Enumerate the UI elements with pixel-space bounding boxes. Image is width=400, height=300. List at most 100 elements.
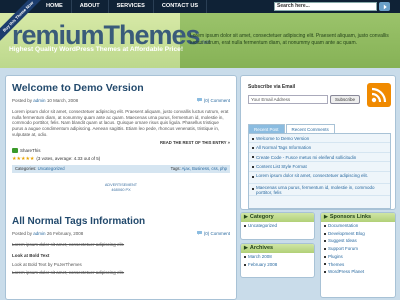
bullet-icon — [252, 176, 254, 179]
list-item-label: Themes — [328, 261, 345, 267]
list-item[interactable]: Plugins — [321, 253, 395, 261]
list-item[interactable]: Development Blog — [321, 230, 395, 238]
post-tags-info: Posted by admin 26 February, 2008 (0) Co… — [6, 230, 236, 275]
widget-title: ▶ Category — [241, 213, 314, 222]
bullet-icon — [324, 271, 326, 274]
category-widget: ▶ Category Uncategorized — [240, 212, 315, 240]
nav-home[interactable]: HOME — [38, 0, 72, 13]
bullet-icon — [324, 232, 326, 235]
comment-icon — [197, 230, 203, 235]
arrow-right-icon — [383, 4, 387, 9]
rating-stars-icon[interactable]: ★★★★★ — [12, 156, 34, 162]
list-item-label: March 2008 — [248, 254, 272, 259]
list-item[interactable]: Suggest Ideas — [321, 237, 395, 245]
widget-title-label: Archives — [249, 245, 274, 251]
share-icon — [12, 147, 18, 153]
bullet-icon — [252, 156, 254, 159]
arrow-right-icon: ▶ — [244, 214, 248, 220]
comment-icon — [197, 98, 203, 102]
post-author[interactable]: admin — [33, 98, 45, 103]
post-date: 10 March, 2008 — [46, 98, 79, 103]
post-author[interactable]: admin — [33, 231, 45, 236]
list-item[interactable]: Support Forum — [321, 245, 395, 253]
email-field[interactable]: Your Email Address — [248, 95, 328, 104]
list-item-label: Support Forum — [328, 246, 359, 252]
comments-link[interactable]: (0) Comment — [197, 98, 230, 103]
tagline: Highest Quality WordPress Themes at Affo… — [9, 46, 184, 53]
widget-title: ▶ Archives — [241, 244, 314, 253]
share-this-button[interactable]: ShareThis — [12, 147, 230, 153]
rating[interactable]: ★★★★★ (3 votes, average: 4.33 out of 5) — [12, 156, 230, 162]
bold-heading: Look at Bold Text — [12, 253, 50, 259]
post-title[interactable]: All Normal Tags Information — [12, 216, 230, 227]
subscribe-button[interactable]: Subscribe — [330, 95, 360, 104]
bullet-icon — [244, 263, 246, 266]
subscribe-title: Subscribe via Email — [248, 84, 296, 90]
comments-count: (0) Comment — [203, 98, 230, 103]
bullet-icon — [324, 247, 326, 250]
list-item[interactable]: Welcome to Demo Version — [249, 134, 390, 144]
comments-link[interactable]: (0) Comment — [197, 230, 230, 236]
list-item[interactable]: Themes — [321, 261, 395, 269]
post-byline: Posted by admin 10 March, 2008 — [12, 98, 78, 103]
nav-about[interactable]: ABOUT — [72, 0, 109, 13]
advertisement[interactable]: ADVERTISEMENT 468X60 PX — [91, 183, 151, 208]
rss-icon[interactable] — [367, 83, 391, 107]
tab-recent-post[interactable]: Recent Post — [248, 124, 285, 133]
bullet-icon — [252, 137, 254, 140]
category-link[interactable]: Uncategorized — [38, 166, 65, 171]
share-label: ShareThis — [20, 147, 41, 153]
list-item[interactable]: WordPress Planet — [321, 268, 395, 276]
strike-text-line: Lorem ipsum dolor sit amet, consectetuer… — [12, 269, 125, 275]
list-item[interactable]: Uncategorized — [241, 222, 314, 230]
sidebar-subscribe: Subscribe via Email Your Email Address S… — [240, 75, 396, 210]
top-nav: HOME ABOUT SERVICES CONTACT US — [38, 0, 208, 13]
categories-info: Categories: Uncategorized — [15, 166, 65, 171]
list-item[interactable]: Content List Style Format — [249, 162, 390, 172]
arrow-right-icon: ▶ — [244, 245, 248, 251]
tab-recent-comments[interactable]: Recent Comments — [285, 124, 335, 133]
search-input[interactable]: Search here... — [274, 2, 377, 11]
list-item[interactable]: All Normal Tags Information — [249, 143, 390, 153]
list-item-label: Welcome to Demo Version — [256, 136, 310, 141]
list-item[interactable]: February 2008 — [241, 261, 314, 269]
header-description: Lorem ipsum dolor sit amet, consectetuer… — [190, 33, 389, 46]
search-button[interactable] — [379, 2, 390, 11]
list-item-label: Documentation — [328, 223, 359, 228]
list-item-label: WordPress Planet — [328, 269, 365, 275]
nav-services[interactable]: SERVICES — [109, 0, 154, 13]
nav-contact-us[interactable]: CONTACT US — [154, 0, 208, 13]
list-item-label: Create Code - Fusce metus mi eleifend so… — [256, 154, 357, 160]
tags-links[interactable]: Ajax, Business, css, php — [182, 166, 227, 171]
posted-by-label: Posted by — [12, 98, 33, 103]
widget-title: ▶ Sponsors Links — [321, 213, 395, 222]
post-meta: Posted by admin 26 February, 2008 (0) Co… — [12, 230, 230, 236]
list-item-label: All Normal Tags Information — [256, 145, 312, 151]
list-item-label: Development Blog — [328, 230, 365, 236]
post-tabs: Recent Post Recent Comments — [248, 124, 335, 133]
list-item[interactable]: Lorem ipsum dolor sit amet, consectetuer… — [249, 172, 390, 184]
comments-count: (0) Comment — [203, 230, 230, 236]
bullet-icon — [324, 240, 326, 243]
recent-posts-list: Welcome to Demo Version All Normal Tags … — [248, 133, 391, 209]
bullet-icon — [324, 255, 326, 258]
rating-summary: (3 votes, average: 4.33 out of 5) — [36, 156, 101, 162]
widget-title-label: Sponsors Links — [329, 214, 372, 220]
post-body: Lorem ipsum dolor sit amet, consectetuer… — [12, 109, 229, 137]
list-item[interactable]: March 2008 — [241, 253, 314, 261]
list-item-label: Uncategorized — [248, 223, 278, 228]
bullet-icon — [252, 188, 254, 191]
list-item[interactable]: Create Code - Fusce metus mi eleifend so… — [249, 153, 390, 163]
post-date: 26 February, 2008 — [46, 230, 84, 236]
list-item-label: Lorem ipsum dolor sit amet, consectetuer… — [256, 172, 369, 178]
read-more-link[interactable]: READ THE REST OF THIS ENTRY » — [12, 140, 230, 145]
list-item-label: Maecenas urna purus, fermentum id, moles… — [256, 184, 375, 195]
posted-by-label: Posted by — [12, 230, 33, 236]
post-welcome: Welcome to Demo Version Posted by admin … — [6, 76, 236, 173]
tags-info: Tags: Ajax, Business, css, php — [171, 166, 227, 171]
post-byline: Posted by admin 26 February, 2008 — [12, 231, 83, 236]
list-item[interactable]: Documentation — [321, 222, 395, 230]
list-item[interactable]: Maecenas urna purus, fermentum id, moles… — [249, 184, 390, 196]
tags-label: Tags: — [170, 166, 181, 172]
post-title[interactable]: Welcome to Demo Version — [12, 82, 230, 94]
